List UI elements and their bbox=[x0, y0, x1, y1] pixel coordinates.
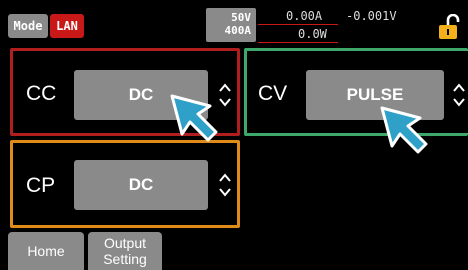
cv-label: CV bbox=[258, 82, 288, 105]
reading-divider-top bbox=[258, 24, 338, 25]
pointer-cursor-icon bbox=[378, 104, 432, 156]
tab-output-setting[interactable]: Output Setting bbox=[88, 232, 162, 270]
limits-box: 50V 400A bbox=[206, 8, 256, 42]
current-limit: 400A bbox=[224, 24, 252, 37]
pointer-cursor-icon bbox=[168, 92, 222, 144]
cc-mode-value: DC bbox=[128, 85, 154, 104]
cp-mode-select[interactable]: DC bbox=[74, 160, 208, 210]
unlock-icon[interactable] bbox=[438, 13, 462, 40]
tab-output-setting-label: Output Setting bbox=[103, 235, 147, 267]
cp-label: CP bbox=[26, 174, 56, 197]
reading-divider-bottom bbox=[258, 42, 338, 43]
mode-badge[interactable]: Mode bbox=[8, 14, 48, 38]
cc-label: CC bbox=[26, 82, 57, 105]
current-reading: 0.00A bbox=[286, 9, 323, 23]
voltage-limit: 50V bbox=[231, 11, 251, 24]
power-reading: 0.0W bbox=[298, 27, 327, 41]
cv-mode-value: PULSE bbox=[346, 85, 404, 104]
chevron-updown-icon[interactable] bbox=[218, 172, 232, 198]
cp-mode-value: DC bbox=[128, 175, 154, 194]
lan-badge: LAN bbox=[50, 14, 84, 38]
chevron-updown-icon[interactable] bbox=[452, 82, 466, 108]
tab-home-label: Home bbox=[27, 243, 65, 259]
voltage-reading: -0.001V bbox=[346, 9, 397, 23]
tab-home[interactable]: Home bbox=[8, 232, 84, 270]
